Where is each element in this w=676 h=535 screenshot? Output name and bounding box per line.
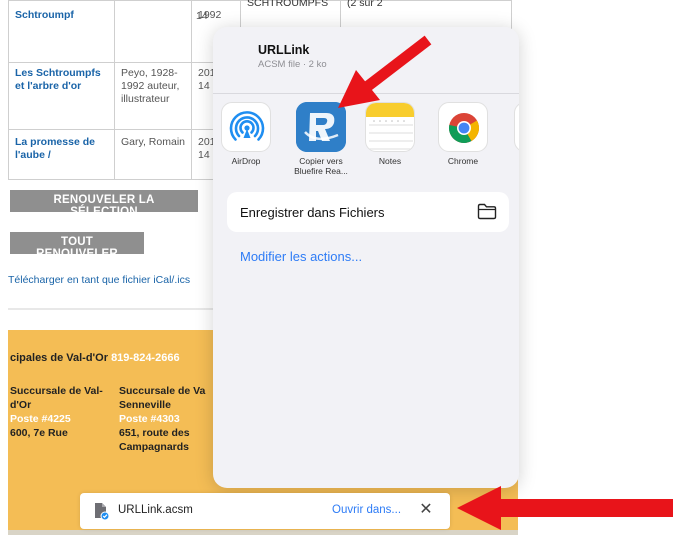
file-download-icon xyxy=(93,502,110,525)
close-icon[interactable]: ✕ xyxy=(416,499,436,521)
modify-actions-link[interactable]: Modifier les actions... xyxy=(240,249,362,264)
annotation-arrow-download-bar xyxy=(457,486,673,530)
loan-date-cont: 14 xyxy=(198,149,210,161)
loan-date-cont-row1: 14 xyxy=(196,10,208,22)
branch-name-cont: Senneville xyxy=(119,399,171,411)
open-in-button[interactable]: Ouvrir dans... xyxy=(332,504,401,516)
loan-author: Gary, Romain xyxy=(114,129,192,180)
folder-icon xyxy=(477,203,497,225)
loan-title-link[interactable]: Les Schtroumpfs et l'arbre d'or xyxy=(8,62,115,130)
footer-title-text: cipales de Val-d'Or xyxy=(10,352,108,364)
branch-val-dor: Succursale de Val- d'Or Poste #4225 600,… xyxy=(10,384,103,440)
loan-author xyxy=(114,0,192,63)
ical-download-link[interactable]: Télécharger en tant que fichier iCal/.ic… xyxy=(8,274,190,286)
renew-all-button[interactable]: TOUT RENOUVELER xyxy=(10,232,144,260)
page-bottom-strip xyxy=(8,530,518,535)
app-label: Notes xyxy=(378,156,402,166)
loan-series-value: SCHTROUMPFS xyxy=(247,0,329,9)
loan-title-link[interactable]: La promesse de l'aube / xyxy=(8,129,115,180)
branch-address: 600, 7e Rue xyxy=(10,427,68,439)
loan-extra-value: (2 sur 2 xyxy=(347,0,383,9)
loan-date-cont: 14 xyxy=(198,80,210,92)
download-filename: URLLink.acsm xyxy=(118,504,193,516)
airdrop-icon xyxy=(221,102,271,152)
share-file-title: URLLink xyxy=(258,43,310,57)
save-to-files-label: Enregistrer dans Fichiers xyxy=(240,205,385,220)
chrome-icon xyxy=(438,102,488,152)
app-label: AirDrop xyxy=(231,156,261,166)
app-icon-partial xyxy=(514,102,519,152)
branch-name-cont: d'Or xyxy=(10,399,32,411)
branch-name: Succursale de Val- xyxy=(10,385,103,397)
app-label: Chrome xyxy=(447,156,479,166)
renew-selection-button[interactable]: RENOUVELER LA SÉLECTION xyxy=(10,190,198,218)
share-file-subtitle: ACSM file · 2 ko xyxy=(258,59,327,70)
footer-title: cipales de Val-d'Or 819-824-2666 xyxy=(10,352,180,364)
app-label: Copier vers Bluefire Rea... xyxy=(294,156,348,176)
branch-senneville: Succursale de Va Senneville Poste #4303 … xyxy=(119,384,205,454)
branch-extension: Poste #4225 xyxy=(10,413,71,425)
download-bar: URLLink.acsm Ouvrir dans... ✕ xyxy=(80,493,450,529)
share-app-next-partial[interactable] xyxy=(506,102,519,152)
loan-author: Peyo, 1928-1992 auteur, illustrateur xyxy=(114,62,192,130)
annotation-arrow-bluefire xyxy=(338,35,432,108)
save-to-files-action[interactable]: Enregistrer dans Fichiers xyxy=(227,192,509,232)
branch-address: 651, route des xyxy=(119,427,190,439)
branch-address-cont: Campagnards xyxy=(119,441,190,453)
share-app-airdrop[interactable]: AirDrop xyxy=(213,102,279,166)
loan-title-link[interactable]: Schtroumpf xyxy=(8,0,115,63)
footer-phone[interactable]: 819-824-2666 xyxy=(111,352,180,364)
branch-name: Succursale de Va xyxy=(119,385,206,397)
branch-extension: Poste #4303 xyxy=(119,413,180,425)
